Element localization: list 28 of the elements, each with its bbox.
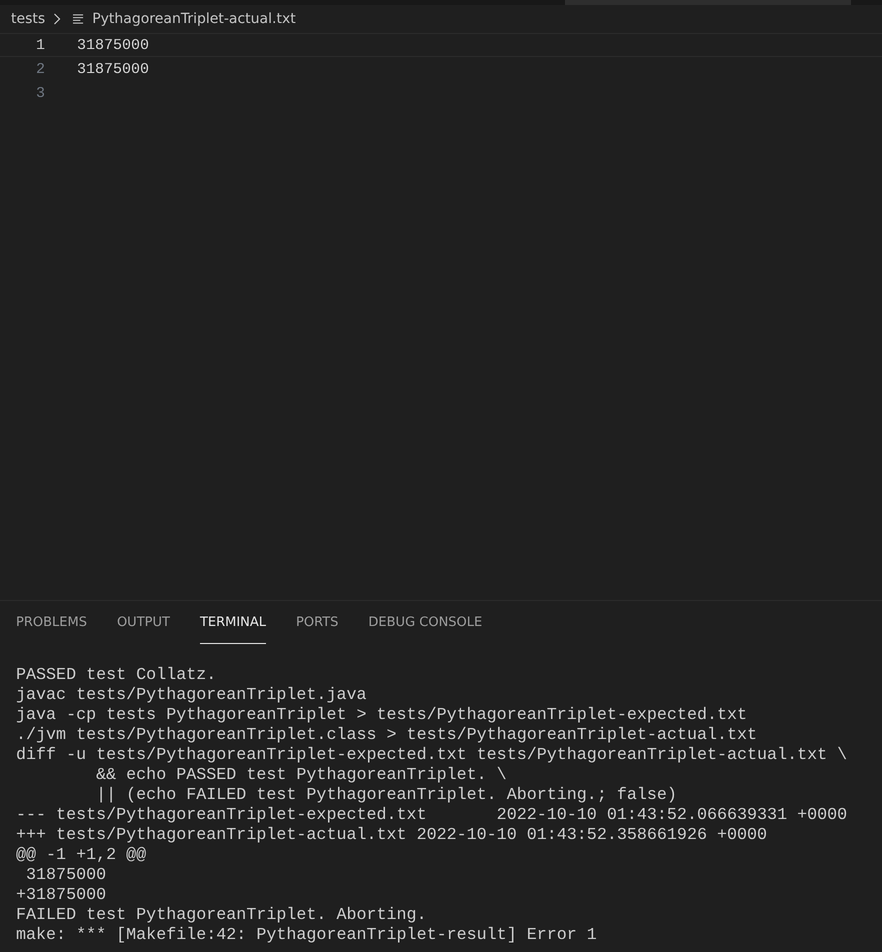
- terminal-line: FAILED test PythagoreanTriplet. Aborting.: [16, 906, 427, 926]
- terminal-line: javac tests/PythagoreanTriplet.java: [16, 686, 366, 706]
- panel-tab[interactable]: DEBUG CONSOLE: [368, 601, 482, 644]
- text-lines-icon: [73, 14, 84, 24]
- code-text: 31875000: [77, 60, 150, 78]
- breadcrumb-item[interactable]: tests: [11, 11, 46, 27]
- chevron-icon: [53, 13, 62, 25]
- terminal-line: +31875000: [16, 886, 106, 906]
- terminal-line: diff -u tests/PythagoreanTriplet-expected.txt tests/PythagoreanTriplet-actual.txt \: [16, 746, 848, 766]
- terminal-line: || (echo FAILED test PythagoreanTriplet. Aborting.; false): [95, 786, 677, 806]
- panel-tab[interactable]: TERMINAL: [200, 601, 266, 644]
- terminal-line: && echo PASSED test PythagoreanTriplet. \: [95, 766, 507, 786]
- line-number: 3: [34, 84, 45, 102]
- terminal-line: java -cp tests PythagoreanTriplet > tests/PythagoreanTriplet-expected.txt: [16, 706, 748, 726]
- panel-tab[interactable]: PORTS: [296, 601, 338, 644]
- line-number: 2: [34, 60, 45, 78]
- panel-tab[interactable]: PROBLEMS: [16, 601, 87, 644]
- terminal-line: make: *** [Makefile:42: PythagoreanTriplet-result] Error 1: [16, 926, 597, 946]
- terminal-line: --- tests/PythagoreanTriplet-expected.txt 2022-10-10 01:43:52.066639331 +0000: [16, 806, 848, 826]
- line-number: 1: [34, 36, 45, 54]
- terminal-line: PASSED test Collatz.: [16, 666, 216, 686]
- panel-tab[interactable]: OUTPUT: [116, 601, 170, 644]
- terminal-line: +++ tests/PythagoreanTriplet-actual.txt 2022-10-10 01:43:52.358661926 +0000: [16, 826, 768, 846]
- code-text: 31875000: [77, 36, 150, 54]
- terminal-line: @@ -1 +1,2 @@: [16, 846, 146, 866]
- terminal-line: ./jvm tests/PythagoreanTriplet.class > tests/PythagoreanTriplet-actual.txt: [16, 726, 758, 746]
- breadcrumb-item[interactable]: PythagoreanTriplet-actual.txt: [92, 11, 296, 27]
- terminal-line: 31875000: [25, 866, 106, 886]
